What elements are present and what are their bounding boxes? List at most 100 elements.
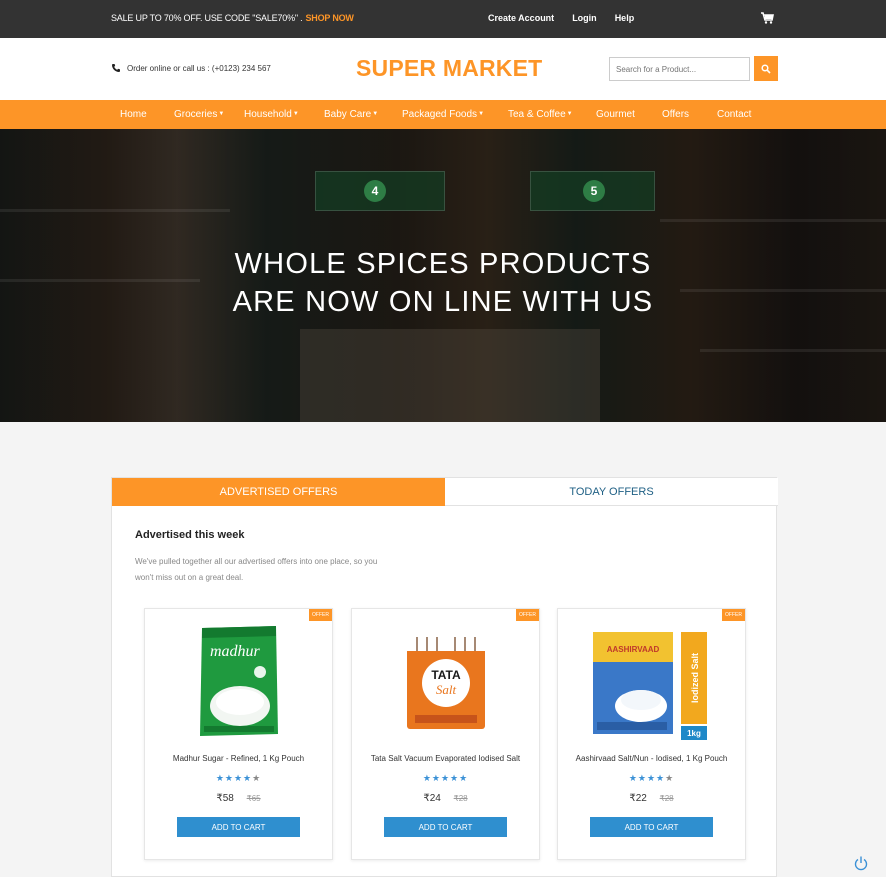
search-input[interactable] bbox=[609, 57, 750, 81]
offers-panel: ADVERTISED OFFERS TODAY OFFERS Advertise… bbox=[111, 477, 778, 877]
caret-down-icon: ▼ bbox=[218, 111, 225, 118]
nav-label: Contact bbox=[717, 109, 752, 120]
product-card: OFFER madhur Madhur Sugar - Refined, 1 K… bbox=[144, 608, 333, 860]
offer-tabs: ADVERTISED OFFERS TODAY OFFERS bbox=[112, 478, 778, 506]
add-to-cart-button[interactable]: ADD TO CART bbox=[177, 817, 300, 837]
sugar-pack-image: madhur bbox=[199, 626, 278, 736]
nav-label: Packaged Foods bbox=[402, 109, 478, 120]
phone-text: Order online or call us : (+0123) 234 56… bbox=[127, 63, 271, 73]
product-name[interactable]: Aashirvaad Salt/Nun - Iodised, 1 Kg Pouc… bbox=[558, 754, 745, 763]
nav-label: Home bbox=[120, 109, 147, 120]
pack-product-text: Iodized Salt bbox=[690, 653, 700, 703]
hero-banner: 4 5 WHOLE SPICES PRODUCTS ARE NOW ON LIN… bbox=[0, 129, 886, 422]
section-title: Advertised this week bbox=[135, 529, 245, 541]
nav-item-offers[interactable]: Offers bbox=[662, 109, 717, 120]
salt-pack-image: TATA Salt bbox=[406, 633, 485, 729]
caret-down-icon: ▼ bbox=[566, 111, 573, 118]
rating-stars: ★★★★★ bbox=[145, 773, 332, 784]
product-image[interactable]: TATA Salt bbox=[352, 621, 539, 741]
login-link[interactable]: Login bbox=[572, 13, 597, 23]
shelf-line bbox=[700, 349, 886, 352]
current-price: ₹24 bbox=[423, 793, 441, 804]
nav-item-tea-coffee[interactable]: Tea & Coffee▼ bbox=[508, 109, 596, 120]
pack-product-text: Salt bbox=[435, 682, 456, 697]
promo-banner: SALE UP TO 70% OFF. USE CODE "SALE70%" .… bbox=[111, 13, 354, 23]
nav-item-groceries[interactable]: Groceries▼ bbox=[174, 109, 244, 120]
old-price: ₹28 bbox=[659, 794, 674, 803]
site-logo[interactable]: SUPER MARKET bbox=[356, 55, 542, 82]
rating-stars: ★★★★★ bbox=[352, 773, 539, 784]
search-button[interactable] bbox=[754, 56, 778, 81]
pack-brand-text: AASHIRVAAD bbox=[606, 645, 659, 654]
offer-badge: OFFER bbox=[722, 609, 745, 621]
add-to-cart-button[interactable]: ADD TO CART bbox=[384, 817, 507, 837]
add-to-cart-button[interactable]: ADD TO CART bbox=[590, 817, 713, 837]
old-price: ₹28 bbox=[453, 794, 468, 803]
promo-text: SALE UP TO 70% OFF. USE CODE "SALE70%" . bbox=[111, 13, 303, 23]
caret-down-icon: ▼ bbox=[372, 111, 379, 118]
section-description: We've pulled together all our advertised… bbox=[135, 557, 378, 582]
site-header: Order online or call us : (+0123) 234 56… bbox=[0, 38, 886, 100]
rating-stars: ★★★★★ bbox=[558, 773, 745, 784]
help-link[interactable]: Help bbox=[615, 13, 635, 23]
phone-icon bbox=[112, 64, 120, 72]
nav-label: Groceries bbox=[174, 109, 218, 120]
current-price: ₹22 bbox=[629, 793, 647, 804]
pack-brand-text: TATA bbox=[431, 668, 461, 682]
nav-label: Household bbox=[244, 109, 292, 120]
aisle-floor bbox=[300, 329, 600, 422]
nav-item-contact[interactable]: Contact bbox=[717, 109, 767, 120]
aashirvaad-salt-image: AASHIRVAAD Iodized Salt 1kg bbox=[592, 632, 707, 740]
top-bar: SALE UP TO 70% OFF. USE CODE "SALE70%" .… bbox=[0, 0, 886, 38]
nav-item-packaged-foods[interactable]: Packaged Foods▼ bbox=[402, 109, 508, 120]
product-image[interactable]: AASHIRVAAD Iodized Salt 1kg bbox=[558, 621, 745, 741]
nav-item-baby-care[interactable]: Baby Care▼ bbox=[324, 109, 402, 120]
nav-item-gourmet[interactable]: Gourmet bbox=[596, 109, 662, 120]
nav-label: Baby Care bbox=[324, 109, 372, 120]
shop-now-link[interactable]: SHOP NOW bbox=[305, 13, 353, 23]
price: ₹58 ₹65 bbox=[145, 793, 332, 804]
product-name[interactable]: Tata Salt Vacuum Evaporated Iodised Salt bbox=[352, 754, 539, 763]
main-nav: Home Groceries▼ Household▼ Baby Care▼ Pa… bbox=[0, 100, 886, 129]
aisle-number: 5 bbox=[583, 180, 605, 202]
nav-list: Home Groceries▼ Household▼ Baby Care▼ Pa… bbox=[120, 100, 767, 129]
product-card: OFFER TATA Salt Tata Salt Vacuum Evapora… bbox=[351, 608, 540, 860]
product-image[interactable]: madhur bbox=[145, 621, 332, 741]
current-price: ₹58 bbox=[216, 793, 234, 804]
product-card: OFFER AASHIRVAAD Iodized Salt 1kg Aashir… bbox=[557, 608, 746, 860]
aisle-number: 4 bbox=[364, 180, 386, 202]
price: ₹22 ₹28 bbox=[558, 793, 745, 804]
offer-badge: OFFER bbox=[309, 609, 332, 621]
create-account-link[interactable]: Create Account bbox=[488, 13, 554, 23]
star-icon: ★★★★ bbox=[628, 773, 666, 783]
search-icon bbox=[761, 63, 771, 74]
pack-brand-text: madhur bbox=[210, 643, 261, 660]
nav-label: Gourmet bbox=[596, 109, 635, 120]
power-icon[interactable] bbox=[853, 855, 869, 871]
star-empty-icon: ★ bbox=[252, 773, 262, 783]
hero-line-1: WHOLE SPICES PRODUCTS bbox=[234, 248, 652, 280]
star-icon: ★★★★ bbox=[215, 773, 253, 783]
tab-today-offers[interactable]: TODAY OFFERS bbox=[445, 478, 778, 506]
cart-icon[interactable] bbox=[760, 11, 774, 25]
caret-down-icon: ▼ bbox=[478, 111, 485, 118]
nav-label: Tea & Coffee bbox=[508, 109, 566, 120]
caret-down-icon: ▼ bbox=[292, 111, 299, 118]
product-name[interactable]: Madhur Sugar - Refined, 1 Kg Pouch bbox=[145, 754, 332, 763]
hero-title: WHOLE SPICES PRODUCTS ARE NOW ON LINE WI… bbox=[0, 245, 886, 321]
phone-contact: Order online or call us : (+0123) 234 56… bbox=[111, 63, 271, 73]
nav-item-household[interactable]: Household▼ bbox=[244, 109, 324, 120]
hero-line-2: ARE NOW ON LINE WITH US bbox=[232, 286, 654, 318]
shelf-line bbox=[0, 209, 230, 212]
account-links: Create Account Login Help bbox=[488, 13, 652, 23]
nav-label: Offers bbox=[662, 109, 690, 120]
old-price: ₹65 bbox=[246, 794, 261, 803]
tab-advertised-offers[interactable]: ADVERTISED OFFERS bbox=[112, 478, 445, 506]
star-icon: ★★★★★ bbox=[422, 773, 469, 783]
offer-badge: OFFER bbox=[516, 609, 539, 621]
star-empty-icon: ★ bbox=[665, 773, 675, 783]
nav-item-home[interactable]: Home bbox=[120, 109, 174, 120]
aisle-sign: 4 bbox=[315, 171, 445, 211]
price: ₹24 ₹28 bbox=[352, 793, 539, 804]
pack-weight-text: 1kg bbox=[687, 729, 701, 738]
